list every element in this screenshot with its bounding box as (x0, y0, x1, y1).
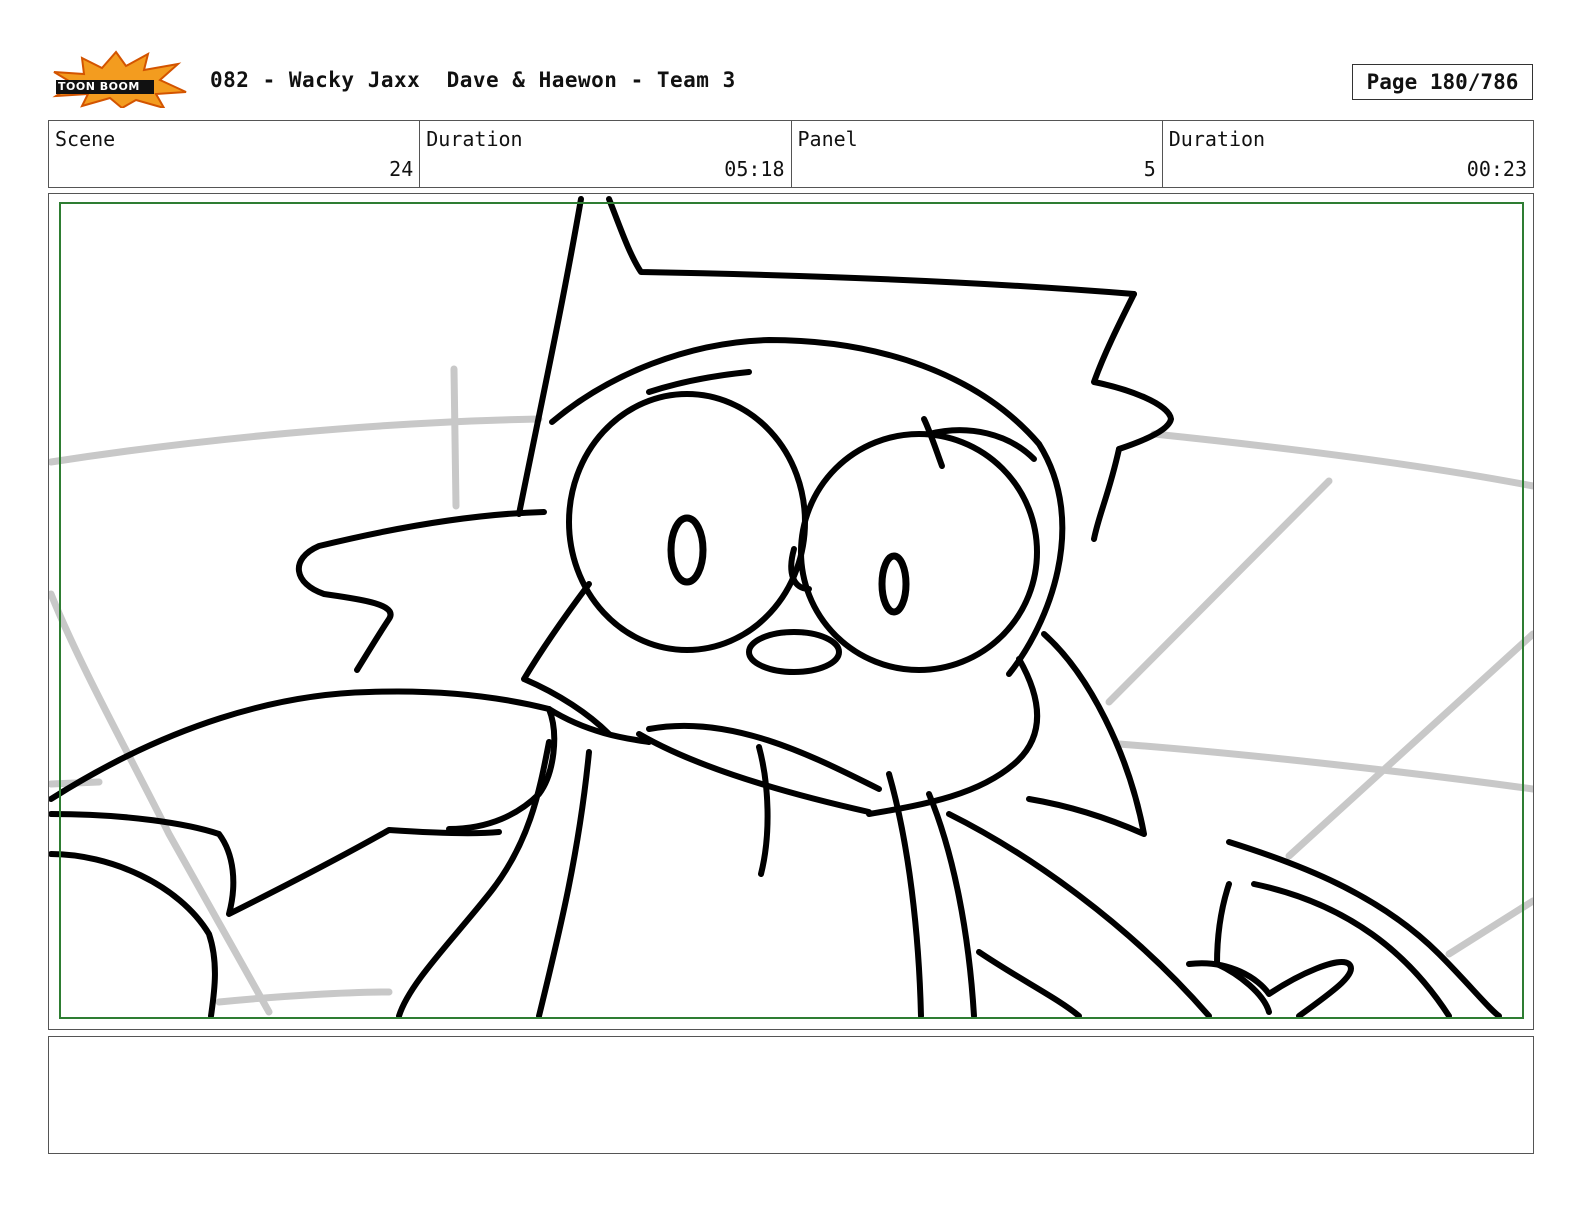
page-indicator: Page 180/786 (1352, 64, 1533, 100)
scene-duration-cell: Duration 05:18 (420, 121, 792, 187)
panel-duration-label: Duration (1168, 127, 1266, 151)
panel-duration-cell: Duration 00:23 (1163, 121, 1533, 187)
panel-value: 5 (1143, 157, 1156, 181)
toon-boom-logo: TOON BOOM (52, 50, 188, 110)
scene-label: Scene (55, 127, 116, 151)
storyboard-title: 082 - Wacky Jaxx Dave & Haewon - Team 3 (210, 68, 736, 92)
panel-notes-box[interactable] (48, 1036, 1534, 1154)
logo-burst-icon (52, 50, 187, 110)
safe-frame (59, 202, 1524, 1019)
storyboard-panel (48, 193, 1534, 1030)
scene-value: 24 (389, 157, 414, 181)
panel-cell: Panel 5 (792, 121, 1163, 187)
panel-info-table: Scene 24 Duration 05:18 Panel 5 Duration… (48, 120, 1534, 188)
scene-duration-value: 05:18 (724, 157, 785, 181)
scene-duration-label: Duration (426, 127, 523, 151)
panel-label: Panel (797, 127, 858, 151)
panel-duration-value: 00:23 (1466, 157, 1527, 181)
logo-text: TOON BOOM (58, 80, 140, 93)
scene-cell: Scene 24 (49, 121, 421, 187)
